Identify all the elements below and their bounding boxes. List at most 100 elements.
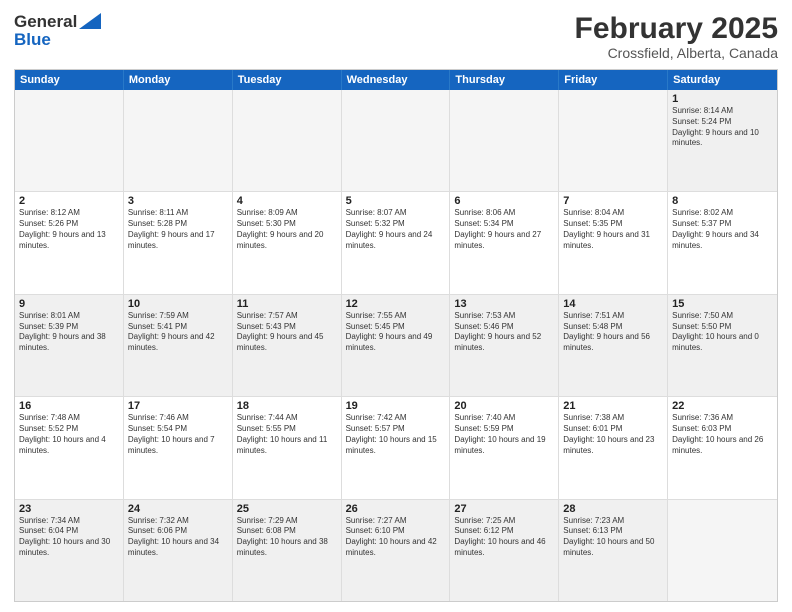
- day-number: 3: [128, 195, 228, 207]
- day-number: 19: [346, 400, 446, 412]
- day-number: 16: [19, 400, 119, 412]
- day-number: 25: [237, 503, 337, 515]
- cell-info: Sunrise: 8:09 AM Sunset: 5:30 PM Dayligh…: [237, 208, 337, 251]
- calendar-cell: 20Sunrise: 7:40 AM Sunset: 5:59 PM Dayli…: [450, 397, 559, 498]
- day-number: 2: [19, 195, 119, 207]
- calendar-cell: 22Sunrise: 7:36 AM Sunset: 6:03 PM Dayli…: [668, 397, 777, 498]
- day-number: 11: [237, 298, 337, 310]
- calendar-cell: [559, 90, 668, 191]
- weekday-header: Thursday: [450, 70, 559, 90]
- calendar-cell: 7Sunrise: 8:04 AM Sunset: 5:35 PM Daylig…: [559, 192, 668, 293]
- calendar-cell: 10Sunrise: 7:59 AM Sunset: 5:41 PM Dayli…: [124, 295, 233, 396]
- weekday-header: Tuesday: [233, 70, 342, 90]
- day-number: 1: [672, 93, 773, 105]
- cell-info: Sunrise: 7:38 AM Sunset: 6:01 PM Dayligh…: [563, 413, 663, 456]
- cell-info: Sunrise: 7:40 AM Sunset: 5:59 PM Dayligh…: [454, 413, 554, 456]
- day-number: 26: [346, 503, 446, 515]
- cell-info: Sunrise: 7:59 AM Sunset: 5:41 PM Dayligh…: [128, 311, 228, 354]
- cell-info: Sunrise: 7:48 AM Sunset: 5:52 PM Dayligh…: [19, 413, 119, 456]
- calendar-cell: 6Sunrise: 8:06 AM Sunset: 5:34 PM Daylig…: [450, 192, 559, 293]
- cell-info: Sunrise: 7:53 AM Sunset: 5:46 PM Dayligh…: [454, 311, 554, 354]
- day-number: 15: [672, 298, 773, 310]
- calendar-cell: [124, 90, 233, 191]
- calendar-body: 1Sunrise: 8:14 AM Sunset: 5:24 PM Daylig…: [15, 90, 777, 601]
- cell-info: Sunrise: 8:04 AM Sunset: 5:35 PM Dayligh…: [563, 208, 663, 251]
- calendar-row: 23Sunrise: 7:34 AM Sunset: 6:04 PM Dayli…: [15, 500, 777, 601]
- cell-info: Sunrise: 8:01 AM Sunset: 5:39 PM Dayligh…: [19, 311, 119, 354]
- cell-info: Sunrise: 7:44 AM Sunset: 5:55 PM Dayligh…: [237, 413, 337, 456]
- day-number: 27: [454, 503, 554, 515]
- calendar-cell: 27Sunrise: 7:25 AM Sunset: 6:12 PM Dayli…: [450, 500, 559, 601]
- calendar-cell: 1Sunrise: 8:14 AM Sunset: 5:24 PM Daylig…: [668, 90, 777, 191]
- logo: General Blue: [14, 12, 101, 50]
- cell-info: Sunrise: 7:42 AM Sunset: 5:57 PM Dayligh…: [346, 413, 446, 456]
- calendar-cell: [342, 90, 451, 191]
- calendar-cell: 23Sunrise: 7:34 AM Sunset: 6:04 PM Dayli…: [15, 500, 124, 601]
- calendar-row: 1Sunrise: 8:14 AM Sunset: 5:24 PM Daylig…: [15, 90, 777, 192]
- weekday-header: Friday: [559, 70, 668, 90]
- weekday-header: Wednesday: [342, 70, 451, 90]
- calendar-container: General Blue February 2025 Crossfield, A…: [0, 0, 792, 612]
- day-number: 10: [128, 298, 228, 310]
- calendar: SundayMondayTuesdayWednesdayThursdayFrid…: [14, 69, 778, 602]
- cell-info: Sunrise: 8:06 AM Sunset: 5:34 PM Dayligh…: [454, 208, 554, 251]
- calendar-cell: 12Sunrise: 7:55 AM Sunset: 5:45 PM Dayli…: [342, 295, 451, 396]
- calendar-cell: 2Sunrise: 8:12 AM Sunset: 5:26 PM Daylig…: [15, 192, 124, 293]
- day-number: 4: [237, 195, 337, 207]
- cell-info: Sunrise: 7:32 AM Sunset: 6:06 PM Dayligh…: [128, 516, 228, 559]
- calendar-cell: 18Sunrise: 7:44 AM Sunset: 5:55 PM Dayli…: [233, 397, 342, 498]
- weekday-header: Monday: [124, 70, 233, 90]
- header: General Blue February 2025 Crossfield, A…: [14, 12, 778, 61]
- day-number: 7: [563, 195, 663, 207]
- day-number: 8: [672, 195, 773, 207]
- cell-info: Sunrise: 7:46 AM Sunset: 5:54 PM Dayligh…: [128, 413, 228, 456]
- calendar-row: 2Sunrise: 8:12 AM Sunset: 5:26 PM Daylig…: [15, 192, 777, 294]
- cell-info: Sunrise: 8:12 AM Sunset: 5:26 PM Dayligh…: [19, 208, 119, 251]
- logo-blue: Blue: [14, 30, 51, 50]
- day-number: 12: [346, 298, 446, 310]
- cell-info: Sunrise: 7:36 AM Sunset: 6:03 PM Dayligh…: [672, 413, 773, 456]
- logo-icon: [79, 13, 101, 29]
- cell-info: Sunrise: 7:57 AM Sunset: 5:43 PM Dayligh…: [237, 311, 337, 354]
- calendar-cell: 16Sunrise: 7:48 AM Sunset: 5:52 PM Dayli…: [15, 397, 124, 498]
- calendar-cell: 8Sunrise: 8:02 AM Sunset: 5:37 PM Daylig…: [668, 192, 777, 293]
- calendar-row: 9Sunrise: 8:01 AM Sunset: 5:39 PM Daylig…: [15, 295, 777, 397]
- day-number: 14: [563, 298, 663, 310]
- calendar-cell: 17Sunrise: 7:46 AM Sunset: 5:54 PM Dayli…: [124, 397, 233, 498]
- cell-info: Sunrise: 7:25 AM Sunset: 6:12 PM Dayligh…: [454, 516, 554, 559]
- calendar-cell: [668, 500, 777, 601]
- day-number: 13: [454, 298, 554, 310]
- day-number: 23: [19, 503, 119, 515]
- calendar-cell: 3Sunrise: 8:11 AM Sunset: 5:28 PM Daylig…: [124, 192, 233, 293]
- calendar-cell: 11Sunrise: 7:57 AM Sunset: 5:43 PM Dayli…: [233, 295, 342, 396]
- day-number: 6: [454, 195, 554, 207]
- calendar-cell: [450, 90, 559, 191]
- cell-info: Sunrise: 8:14 AM Sunset: 5:24 PM Dayligh…: [672, 106, 773, 149]
- calendar-cell: 24Sunrise: 7:32 AM Sunset: 6:06 PM Dayli…: [124, 500, 233, 601]
- weekday-header: Sunday: [15, 70, 124, 90]
- calendar-cell: 19Sunrise: 7:42 AM Sunset: 5:57 PM Dayli…: [342, 397, 451, 498]
- day-number: 24: [128, 503, 228, 515]
- calendar-cell: 13Sunrise: 7:53 AM Sunset: 5:46 PM Dayli…: [450, 295, 559, 396]
- calendar-cell: [15, 90, 124, 191]
- calendar-row: 16Sunrise: 7:48 AM Sunset: 5:52 PM Dayli…: [15, 397, 777, 499]
- cell-info: Sunrise: 7:23 AM Sunset: 6:13 PM Dayligh…: [563, 516, 663, 559]
- logo-general: General: [14, 12, 77, 32]
- calendar-cell: 25Sunrise: 7:29 AM Sunset: 6:08 PM Dayli…: [233, 500, 342, 601]
- day-number: 21: [563, 400, 663, 412]
- calendar-cell: 14Sunrise: 7:51 AM Sunset: 5:48 PM Dayli…: [559, 295, 668, 396]
- calendar-cell: 15Sunrise: 7:50 AM Sunset: 5:50 PM Dayli…: [668, 295, 777, 396]
- day-number: 5: [346, 195, 446, 207]
- calendar-cell: 26Sunrise: 7:27 AM Sunset: 6:10 PM Dayli…: [342, 500, 451, 601]
- weekday-header: Saturday: [668, 70, 777, 90]
- day-number: 20: [454, 400, 554, 412]
- month-title: February 2025: [575, 12, 778, 45]
- day-number: 17: [128, 400, 228, 412]
- day-number: 18: [237, 400, 337, 412]
- cell-info: Sunrise: 7:34 AM Sunset: 6:04 PM Dayligh…: [19, 516, 119, 559]
- cell-info: Sunrise: 8:02 AM Sunset: 5:37 PM Dayligh…: [672, 208, 773, 251]
- cell-info: Sunrise: 7:55 AM Sunset: 5:45 PM Dayligh…: [346, 311, 446, 354]
- calendar-header: SundayMondayTuesdayWednesdayThursdayFrid…: [15, 70, 777, 90]
- calendar-cell: 5Sunrise: 8:07 AM Sunset: 5:32 PM Daylig…: [342, 192, 451, 293]
- cell-info: Sunrise: 8:07 AM Sunset: 5:32 PM Dayligh…: [346, 208, 446, 251]
